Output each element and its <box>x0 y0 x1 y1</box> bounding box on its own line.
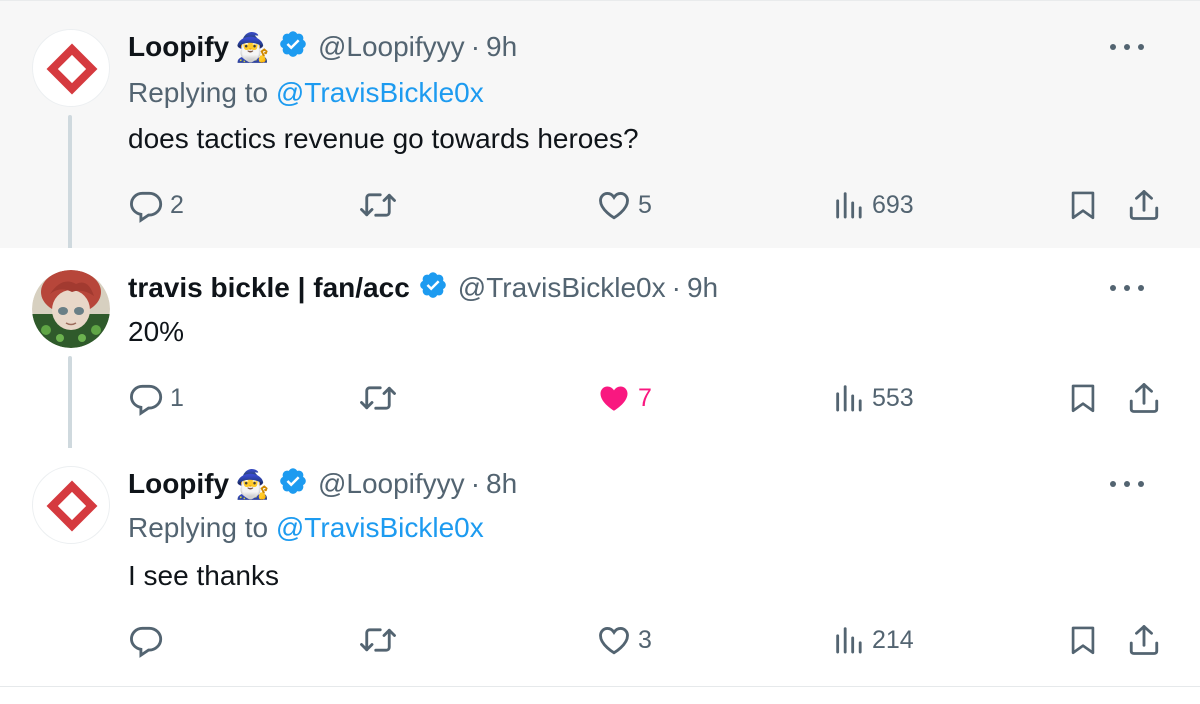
replying-prefix: Replying to <box>128 77 269 108</box>
user-handle[interactable]: @Loopifyyy <box>318 31 465 63</box>
anime-character-avatar-icon <box>32 270 110 348</box>
display-name[interactable]: Loopify <box>128 31 229 63</box>
like-button[interactable]: 5 <box>596 185 652 225</box>
reply-icon <box>130 191 163 223</box>
reply-icon <box>130 384 163 416</box>
like-button[interactable]: 7 <box>596 378 652 418</box>
views-icon <box>836 627 862 654</box>
tweet-actions: 1 7 553 <box>0 378 1200 418</box>
views-icon <box>836 192 862 219</box>
separator-dot: · <box>671 272 681 303</box>
like-count: 5 <box>638 190 652 219</box>
bookmark-icon <box>1071 191 1095 220</box>
timestamp[interactable]: 9h <box>687 272 718 304</box>
heart-icon <box>599 192 629 220</box>
tweet-header: Loopify 🧙‍♂️ @Loopifyyy · 8h <box>128 466 517 502</box>
replying-to: Replying to @TravisBickle0x <box>128 77 484 109</box>
heart-icon <box>599 627 629 655</box>
retweet-icon <box>360 386 396 410</box>
bookmark-button[interactable] <box>1066 185 1100 225</box>
avatar[interactable] <box>32 270 110 348</box>
wizard-emoji: 🧙‍♂️ <box>235 468 270 500</box>
reply-button[interactable]: 1 <box>128 378 184 418</box>
bookmark-icon <box>1071 384 1095 413</box>
view-count: 214 <box>872 625 914 654</box>
separator-dot: · <box>470 468 481 499</box>
user-handle[interactable]: @Loopifyyy <box>318 468 465 500</box>
like-count: 3 <box>638 625 652 654</box>
share-button[interactable] <box>1126 378 1162 418</box>
tweet-text: 20% <box>128 316 185 347</box>
more-options-icon[interactable] <box>1110 278 1144 298</box>
replying-prefix: Replying to <box>128 512 269 543</box>
share-button[interactable] <box>1126 185 1162 225</box>
share-icon <box>1129 190 1159 220</box>
views-button[interactable]: 553 <box>832 378 914 418</box>
mention-link[interactable]: @TravisBickle0x <box>276 512 484 543</box>
avatar[interactable] <box>32 29 110 107</box>
like-count: 7 <box>638 383 652 412</box>
loopify-logo-icon <box>46 480 98 532</box>
bookmark-button[interactable] <box>1066 620 1100 660</box>
views-button[interactable]: 693 <box>832 185 914 225</box>
views-button[interactable]: 214 <box>832 620 914 660</box>
tweet[interactable]: Loopify 🧙‍♂️ @Loopifyyy · 8h Replying to… <box>0 448 1200 687</box>
reply-icon <box>130 626 163 658</box>
tweet-text: I see thanks <box>128 560 279 591</box>
view-count: 693 <box>872 190 914 219</box>
tweet-header: travis bickle | fan/acc @TravisBickle0x … <box>128 270 718 306</box>
mention-link[interactable]: @TravisBickle0x <box>276 77 484 108</box>
separator-dot: · <box>470 31 481 62</box>
share-icon <box>1129 383 1159 413</box>
reply-button[interactable] <box>128 620 170 660</box>
share-button[interactable] <box>1126 620 1162 660</box>
like-button[interactable]: 3 <box>596 620 652 660</box>
bookmark-icon <box>1071 626 1095 655</box>
tweet-header: Loopify 🧙‍♂️ @Loopifyyy · 9h <box>128 29 517 65</box>
verified-badge-icon <box>278 29 308 66</box>
timestamp[interactable]: 9h <box>486 31 517 63</box>
retweet-icon <box>360 628 396 652</box>
avatar[interactable] <box>32 466 110 544</box>
tweet-text: does tactics revenue go towards heroes? <box>128 123 639 154</box>
retweet-button[interactable] <box>358 185 404 225</box>
heart-filled-icon <box>600 386 628 411</box>
bookmark-button[interactable] <box>1066 378 1100 418</box>
retweet-button[interactable] <box>358 620 404 660</box>
conversation-thread: Loopify 🧙‍♂️ @Loopifyyy · 9h Replying to… <box>0 0 1200 704</box>
views-icon <box>836 385 862 412</box>
tweet[interactable]: Loopify 🧙‍♂️ @Loopifyyy · 9h Replying to… <box>0 0 1200 255</box>
reply-count: 2 <box>170 190 184 219</box>
replying-to: Replying to @TravisBickle0x <box>128 512 484 544</box>
verified-badge-icon <box>418 270 448 307</box>
display-name[interactable]: Loopify <box>128 468 229 500</box>
view-count: 553 <box>872 383 914 412</box>
reply-button[interactable]: 2 <box>128 185 184 225</box>
display-name[interactable]: travis bickle | fan/acc <box>128 272 410 304</box>
retweet-button[interactable] <box>358 378 404 418</box>
tweet-actions: 3 214 <box>0 620 1200 660</box>
share-icon <box>1129 625 1159 655</box>
more-options-icon[interactable] <box>1110 474 1144 494</box>
tweet[interactable]: travis bickle | fan/acc @TravisBickle0x … <box>0 248 1200 456</box>
retweet-icon <box>360 193 396 217</box>
loopify-logo-icon <box>46 43 98 95</box>
timestamp[interactable]: 8h <box>486 468 517 500</box>
user-handle[interactable]: @TravisBickle0x <box>458 272 666 304</box>
tweet-actions: 2 5 693 <box>0 185 1200 225</box>
reply-count: 1 <box>170 383 184 412</box>
wizard-emoji: 🧙‍♂️ <box>235 31 270 63</box>
more-options-icon[interactable] <box>1110 37 1144 57</box>
verified-badge-icon <box>278 466 308 503</box>
